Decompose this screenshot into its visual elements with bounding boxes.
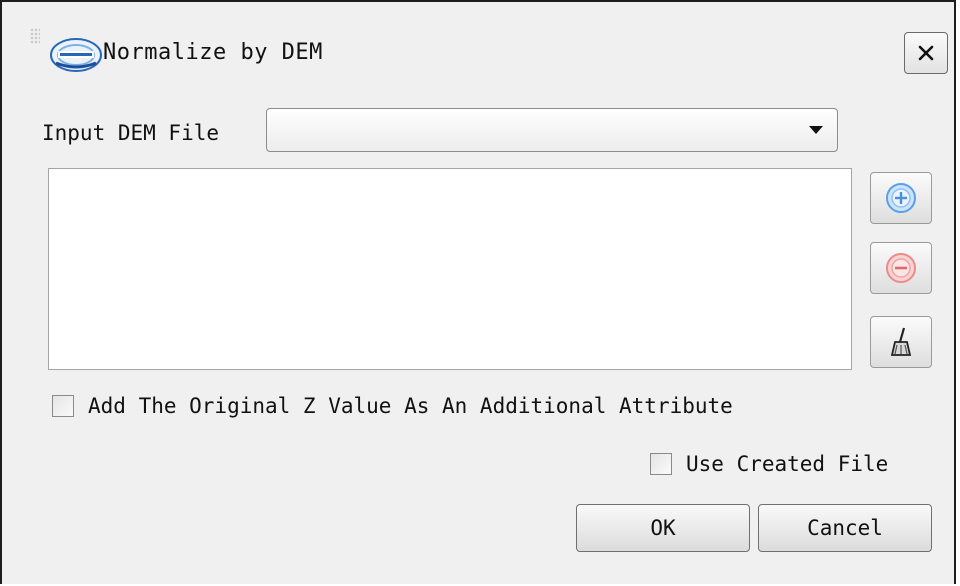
ok-button[interactable]: OK: [576, 504, 750, 552]
add-original-z-option[interactable]: Add The Original Z Value As An Additiona…: [52, 392, 733, 420]
add-original-z-label: Add The Original Z Value As An Additiona…: [88, 394, 733, 418]
minus-circle-icon: [886, 253, 916, 283]
close-icon: [918, 45, 934, 61]
use-created-file-checkbox[interactable]: [650, 453, 672, 475]
broom-icon: [890, 327, 912, 356]
cancel-button[interactable]: Cancel: [758, 504, 932, 552]
remove-file-button[interactable]: [870, 242, 932, 294]
clear-list-button[interactable]: [870, 316, 932, 368]
normalize-by-dem-dialog: Normalize by DEM Input DEM File Add The …: [0, 0, 956, 584]
close-button[interactable]: [904, 32, 948, 74]
lidar360-logo-icon: [50, 38, 102, 72]
file-list[interactable]: [48, 168, 852, 370]
plus-circle-icon: [886, 183, 916, 213]
chevron-down-icon[interactable]: [809, 126, 823, 134]
use-created-file-label: Use Created File: [686, 452, 889, 476]
input-dem-file-dropdown[interactable]: [266, 108, 838, 152]
dialog-title: Normalize by DEM: [103, 40, 323, 65]
drag-grip[interactable]: [30, 28, 40, 44]
add-file-button[interactable]: [870, 172, 932, 224]
use-created-file-option[interactable]: Use Created File: [650, 450, 888, 478]
add-original-z-checkbox[interactable]: [52, 395, 74, 417]
input-dem-file-label: Input DEM File: [42, 121, 220, 145]
